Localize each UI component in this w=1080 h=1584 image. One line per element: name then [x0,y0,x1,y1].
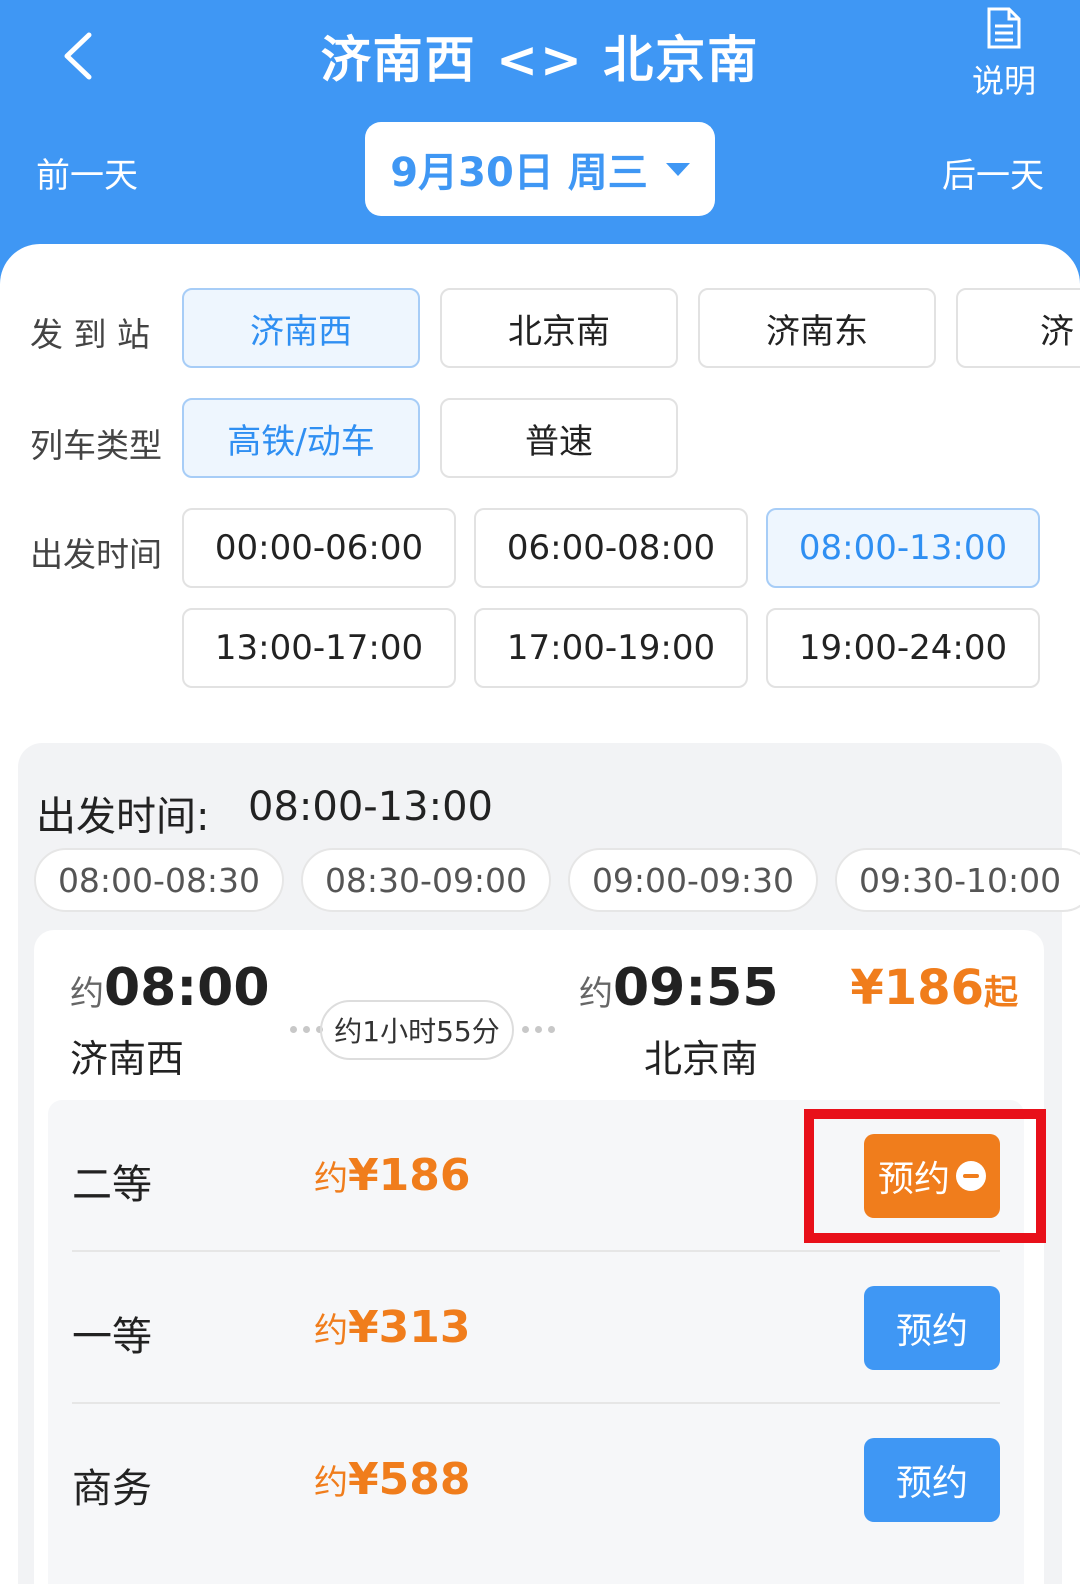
station-chip-jinandong[interactable]: 济南东 [698,288,936,368]
duration-badge: 约1小时55分 [320,1000,514,1060]
time-chip-0000-0600[interactable]: 00:00-06:00 [182,508,456,588]
time-chip-1900-2400[interactable]: 19:00-24:00 [766,608,1040,688]
approx-label: 约 [70,974,104,1014]
document-icon [987,7,1021,49]
departure-station: 济南西 [70,1037,185,1081]
arrival-time-value: 09:55 [613,958,779,1018]
station-chip-beijingnan[interactable]: 北京南 [440,288,678,368]
next-day-button[interactable]: 后一天 [942,148,1044,197]
seat-row-first-class: 一等 约¥313 预约 [48,1252,1024,1404]
approx-label: 约 [314,1311,348,1351]
date-label: 9月30日 周三 [390,150,648,196]
seat-price-value: ¥588 [348,1454,471,1505]
reserve-label: 预约 [895,1463,968,1504]
price-from: ¥186起 [850,960,1018,1016]
seat-price-value: ¥186 [348,1150,471,1201]
approx-label: 约 [314,1159,348,1199]
time-chip-0800-1300[interactable]: 08:00-13:00 [766,508,1040,588]
station-filter-label: 发 到 站 [30,315,150,354]
train-type-chip-normal[interactable]: 普速 [440,398,678,478]
departure-range-label: 出发时间: [36,794,210,840]
price-from-suffix: 起 [984,973,1018,1013]
station-chip-jinanxi[interactable]: 济南西 [182,288,420,368]
price-from-value: ¥186 [850,960,984,1016]
departure-time: 约08:00 [70,958,270,1018]
seat-price: 约¥313 [314,1302,470,1353]
seat-name: 一等 [72,1314,152,1360]
departure-range-value: 08:00-13:00 [248,784,493,830]
help-button[interactable]: 说明 [964,6,1044,102]
arrival-time: 约09:55 [579,958,779,1018]
time-chip-1700-1900[interactable]: 17:00-19:00 [474,608,748,688]
slot-0800-0830[interactable]: 08:00-08:30 [34,848,284,912]
train-type-label: 列车类型 [30,426,162,465]
help-label: 说明 [971,62,1036,100]
train-card[interactable]: 约08:00 济南西 约1小时55分 约09:55 北京南 ¥186起 二等 约… [34,930,1046,1584]
time-chip-0600-0800[interactable]: 06:00-08:00 [474,508,748,588]
highlight-box [804,1109,1046,1243]
slot-0830-0900[interactable]: 08:30-09:00 [301,848,551,912]
slot-0930-1000[interactable]: 09:30-10:00 [835,848,1080,912]
seat-price-value: ¥313 [348,1302,471,1353]
prev-day-button[interactable]: 前一天 [36,148,138,197]
departure-time-value: 08:00 [104,958,270,1018]
dots-left [290,1026,323,1033]
seat-row-business-class: 商务 约¥588 预约 [48,1404,1024,1556]
approx-label: 约 [314,1463,348,1503]
approx-label: 约 [579,974,613,1014]
dots-right [522,1026,555,1033]
arrival-station: 北京南 [644,1037,759,1081]
reserve-button-first-class[interactable]: 预约 [864,1286,1000,1370]
train-type-chip-highspeed[interactable]: 高铁/动车 [182,398,420,478]
time-chip-1300-1700[interactable]: 13:00-17:00 [182,608,456,688]
reserve-button-business-class[interactable]: 预约 [864,1438,1000,1522]
caret-down-icon [665,162,690,176]
reserve-label: 预约 [895,1311,968,1352]
page-title: 济南西 <> 北京南 [320,31,760,89]
seat-price: 约¥588 [314,1454,470,1505]
filter-sheet: 发 到 站 济南西 北京南 济南东 济 列车类型 高铁/动车 普速 出发时间 0… [0,244,1080,1584]
date-selector[interactable]: 9月30日 周三 [365,122,715,216]
station-chip-partial[interactable]: 济 [956,288,1080,368]
seat-name: 商务 [72,1466,152,1512]
slot-0900-0930[interactable]: 09:00-09:30 [568,848,818,912]
seat-price: 约¥186 [314,1150,470,1201]
time-filter-label: 出发时间 [30,535,162,574]
seat-name: 二等 [72,1162,152,1208]
